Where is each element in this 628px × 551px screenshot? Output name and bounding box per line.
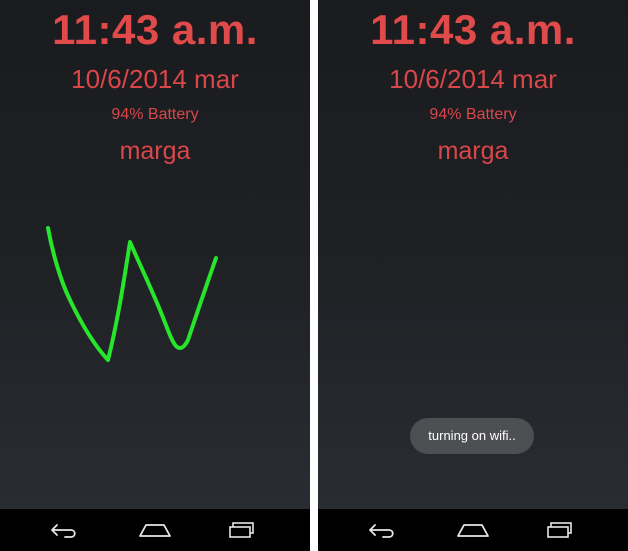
recents-button[interactable] bbox=[220, 515, 264, 545]
home-icon bbox=[457, 524, 489, 537]
back-button[interactable] bbox=[360, 515, 404, 545]
lockscreen-wifi-toast-screen[interactable]: 11:43 a.m. 10/6/2014 mar 94% Battery mar… bbox=[318, 0, 628, 551]
clock-time: 11:43 a.m. bbox=[52, 6, 258, 53]
navigation-bar bbox=[0, 509, 310, 551]
lockscreen-gesture-screen[interactable]: 11:43 a.m. 10/6/2014 mar 94% Battery mar… bbox=[0, 0, 310, 551]
navigation-bar bbox=[318, 509, 628, 551]
recents-button[interactable] bbox=[538, 515, 582, 545]
wifi-toast: turning on wifi.. bbox=[410, 418, 534, 454]
clock-date: 10/6/2014 mar bbox=[389, 64, 557, 94]
owner-name: marga bbox=[119, 137, 191, 165]
battery-status: 94% Battery bbox=[429, 106, 517, 123]
back-icon bbox=[51, 524, 76, 538]
screenshot-stage: 11:43 a.m. 10/6/2014 mar 94% Battery mar… bbox=[0, 0, 628, 551]
gesture-drawing-area[interactable] bbox=[30, 210, 240, 390]
back-button[interactable] bbox=[42, 515, 86, 545]
gesture-stroke-w bbox=[46, 226, 218, 362]
home-button[interactable] bbox=[133, 515, 177, 545]
clock-time: 11:43 a.m. bbox=[370, 6, 576, 53]
recents-icon bbox=[547, 522, 572, 538]
battery-status: 94% Battery bbox=[111, 106, 199, 123]
clock-date: 10/6/2014 mar bbox=[71, 64, 239, 94]
home-icon bbox=[139, 524, 171, 537]
recents-icon bbox=[229, 522, 254, 538]
back-icon bbox=[369, 524, 394, 538]
home-button[interactable] bbox=[451, 515, 495, 545]
owner-name: marga bbox=[437, 137, 509, 165]
